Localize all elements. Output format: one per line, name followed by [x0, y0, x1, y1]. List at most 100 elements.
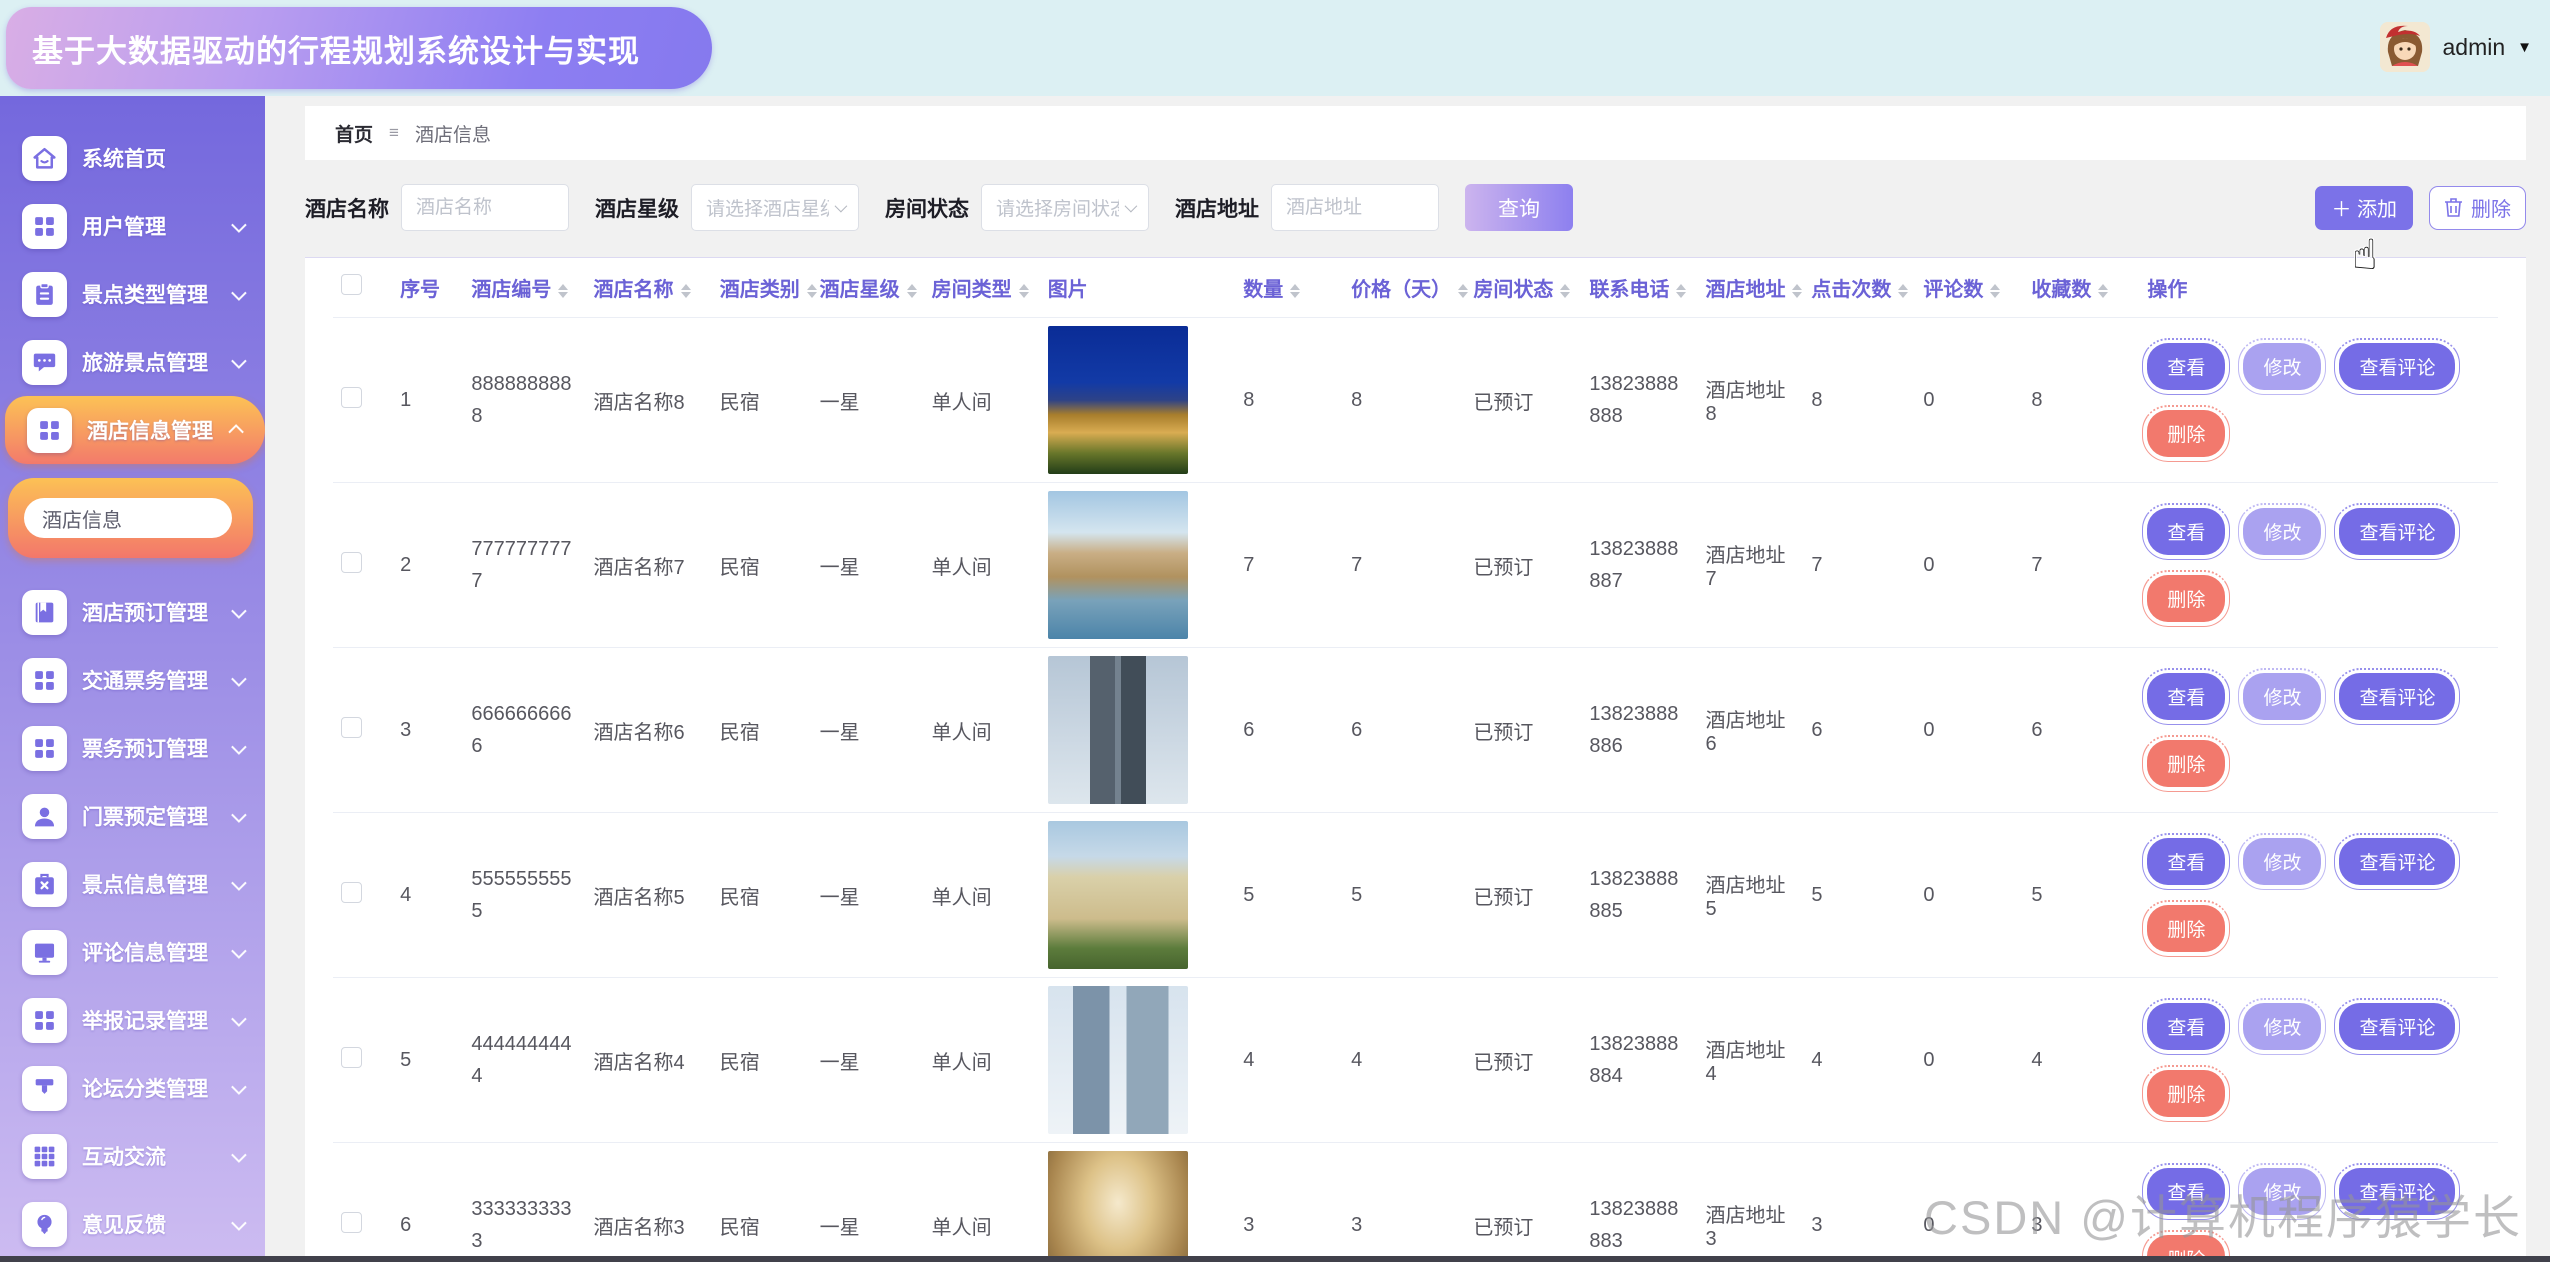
view-button[interactable]: 查看 — [2147, 838, 2225, 885]
column-header[interactable]: 数量 — [1235, 258, 1343, 318]
view-button[interactable]: 查看 — [2147, 673, 2225, 720]
cell-comments: 0 — [1915, 1143, 2023, 1257]
delete-row-button[interactable]: 删除 — [2147, 740, 2225, 787]
sort-carets-icon[interactable] — [1792, 284, 1802, 298]
sort-carets-icon[interactable] — [1019, 284, 1029, 298]
sort-carets-icon[interactable] — [1560, 284, 1570, 298]
sidebar-item-10[interactable]: 景点信息管理 — [0, 850, 265, 918]
sidebar-item-1[interactable]: 系统首页 — [0, 124, 265, 192]
edit-button[interactable]: 修改 — [2243, 673, 2321, 720]
edit-button[interactable]: 修改 — [2243, 508, 2321, 555]
filter-select[interactable]: 请选择房间状态 — [981, 184, 1149, 231]
row-checkbox[interactable] — [341, 552, 362, 573]
sidebar-item-7[interactable]: 交通票务管理 — [0, 646, 265, 714]
column-header[interactable]: 酒店星级 — [812, 258, 924, 318]
sidebar-subitem-hotel-info[interactable]: 酒店信息 — [24, 498, 232, 538]
column-header[interactable]: 酒店名称 — [586, 258, 712, 318]
cell-room-type: 单人间 — [924, 813, 1040, 978]
edit-button[interactable]: 修改 — [2243, 838, 2321, 885]
edit-button[interactable]: 修改 — [2243, 1003, 2321, 1050]
sort-carets-icon[interactable] — [681, 284, 691, 298]
breadcrumb-home[interactable]: 首页 — [335, 120, 373, 147]
filter-select[interactable]: 请选择酒店星级 — [691, 184, 859, 231]
view-comments-button[interactable]: 查看评论 — [2339, 1003, 2455, 1050]
sidebar-item-11[interactable]: 评论信息管理 — [0, 918, 265, 986]
view-button[interactable]: 查看 — [2147, 508, 2225, 555]
sidebar-item-8[interactable]: 票务预订管理 — [0, 714, 265, 782]
sidebar-item-12[interactable]: 举报记录管理 — [0, 986, 265, 1054]
cell-favorites: 7 — [2023, 483, 2139, 648]
sidebar-item-5[interactable]: 酒店信息管理 — [5, 396, 265, 464]
view-button[interactable]: 查看 — [2147, 1168, 2225, 1215]
search-button[interactable]: 查询 — [1465, 184, 1573, 231]
cell-address: 酒店地址5 — [1697, 813, 1803, 978]
delete-row-button[interactable]: 删除 — [2147, 1070, 2225, 1117]
sort-carets-icon[interactable] — [558, 284, 568, 298]
view-comments-button[interactable]: 查看评论 — [2339, 673, 2455, 720]
delete-row-button[interactable]: 删除 — [2147, 1235, 2225, 1256]
cell-phone: 13823888884 — [1581, 978, 1697, 1143]
breadcrumb-current: 酒店信息 — [415, 120, 491, 147]
cell-favorites: 8 — [2023, 318, 2139, 483]
chevron-down-icon — [231, 1011, 247, 1027]
view-comments-button[interactable]: 查看评论 — [2339, 508, 2455, 555]
sidebar-item-label: 票务预订管理 — [82, 733, 208, 763]
row-checkbox[interactable] — [341, 387, 362, 408]
user-dropdown-arrow-icon[interactable]: ▼ — [2517, 39, 2532, 56]
column-header[interactable]: 联系电话 — [1581, 258, 1697, 318]
edit-button[interactable]: 修改 — [2243, 343, 2321, 390]
select-all-checkbox[interactable] — [341, 274, 362, 295]
column-header[interactable]: 价格（天） — [1343, 258, 1465, 318]
user-menu[interactable]: admin ▼ — [2380, 22, 2532, 72]
sidebar-item-13[interactable]: 论坛分类管理 — [0, 1054, 265, 1122]
column-header[interactable]: 酒店地址 — [1697, 258, 1803, 318]
sort-carets-icon[interactable] — [1290, 284, 1300, 298]
view-button[interactable]: 查看 — [2147, 343, 2225, 390]
sidebar-item-4[interactable]: 旅游景点管理 — [0, 328, 265, 396]
sidebar-item-15[interactable]: 意见反馈 — [0, 1190, 265, 1256]
delete-row-button[interactable]: 删除 — [2147, 410, 2225, 457]
column-header[interactable]: 房间状态 — [1465, 258, 1581, 318]
sort-carets-icon[interactable] — [1676, 284, 1686, 298]
column-header[interactable]: 收藏数 — [2023, 258, 2139, 318]
column-header[interactable]: 酒店类别 — [712, 258, 812, 318]
filter-input[interactable] — [401, 184, 569, 231]
grid-icon — [22, 204, 67, 249]
row-checkbox[interactable] — [341, 1212, 362, 1233]
filter-input[interactable] — [1271, 184, 1439, 231]
column-header[interactable]: 评论数 — [1915, 258, 2023, 318]
delete-row-button[interactable]: 删除 — [2147, 905, 2225, 952]
view-comments-button[interactable]: 查看评论 — [2339, 1168, 2455, 1215]
sort-carets-icon[interactable] — [907, 284, 917, 298]
delete-row-button[interactable]: 删除 — [2147, 575, 2225, 622]
user-icon — [22, 794, 67, 839]
add-button[interactable]: ＋ 添加 — [2315, 186, 2413, 230]
sidebar-item-6[interactable]: 酒店预订管理 — [0, 578, 265, 646]
sidebar-item-9[interactable]: 门票预定管理 — [0, 782, 265, 850]
cell-price: 8 — [1343, 318, 1465, 483]
cell-clicks: 4 — [1803, 978, 1915, 1143]
sort-carets-icon[interactable] — [1458, 284, 1468, 298]
row-checkbox[interactable] — [341, 882, 362, 903]
column-header[interactable]: 酒店编号 — [463, 258, 585, 318]
cell-clicks: 3 — [1803, 1143, 1915, 1257]
cell-address: 酒店地址8 — [1697, 318, 1803, 483]
delete-button[interactable]: 删除 — [2429, 186, 2526, 230]
edit-button[interactable]: 修改 — [2243, 1168, 2321, 1215]
column-header[interactable]: 点击次数 — [1803, 258, 1915, 318]
column-header[interactable]: 房间类型 — [924, 258, 1040, 318]
chevron-down-icon — [231, 353, 247, 369]
sort-carets-icon[interactable] — [1990, 284, 2000, 298]
sort-carets-icon[interactable] — [2098, 284, 2108, 298]
sort-carets-icon[interactable] — [807, 284, 817, 298]
sidebar-item-14[interactable]: 互动交流 — [0, 1122, 265, 1190]
cell-hotel-name: 酒店名称3 — [586, 1143, 712, 1257]
row-checkbox[interactable] — [341, 717, 362, 738]
view-comments-button[interactable]: 查看评论 — [2339, 838, 2455, 885]
sidebar-item-3[interactable]: 景点类型管理 — [0, 260, 265, 328]
view-comments-button[interactable]: 查看评论 — [2339, 343, 2455, 390]
row-checkbox[interactable] — [341, 1047, 362, 1068]
view-button[interactable]: 查看 — [2147, 1003, 2225, 1050]
sidebar-item-2[interactable]: 用户管理 — [0, 192, 265, 260]
sort-carets-icon[interactable] — [1898, 284, 1908, 298]
